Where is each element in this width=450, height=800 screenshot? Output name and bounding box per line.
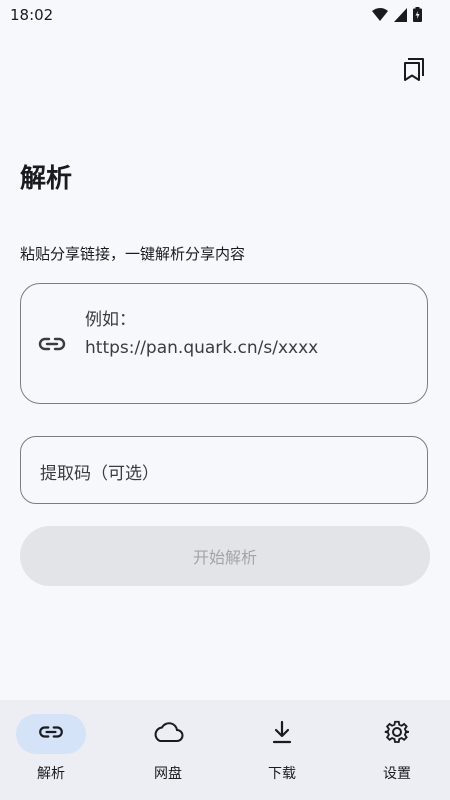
link-icon [37,334,67,358]
nav-icon-wrap [133,714,203,754]
nav-label-download: 下载 [268,766,296,782]
gear-icon [384,719,410,749]
share-link-placeholder: 例如： https://pan.quark.cn/s/xxxx [85,310,319,358]
nav-item-settings[interactable]: 设置 [346,700,450,800]
bottom-navigation: 解析 网盘 下载 设置 [0,700,450,800]
extraction-code-input[interactable]: 提取码（可选） [20,436,428,504]
cloud-icon [152,721,184,747]
status-time: 18:02 [10,6,54,24]
status-icons [372,7,422,26]
download-icon [271,720,293,748]
nav-icon-wrap [247,714,317,754]
nav-icon-wrap [362,714,432,754]
nav-label-cloud-drive: 网盘 [154,766,182,782]
signal-icon [394,7,407,26]
battery-icon [413,7,422,26]
nav-label-parse: 解析 [37,766,65,782]
page-title: 解析 [20,164,73,194]
wifi-icon [372,7,388,26]
nav-label-settings: 设置 [383,766,411,782]
nav-item-download[interactable]: 下载 [231,700,343,800]
start-parse-button[interactable]: 开始解析 [20,526,430,586]
nav-item-cloud-drive[interactable]: 网盘 [117,700,229,800]
bookmarks-icon [402,56,426,86]
nav-item-parse[interactable]: 解析 [0,700,112,800]
share-link-input[interactable]: 例如： https://pan.quark.cn/s/xxxx [20,283,428,404]
extraction-code-placeholder: 提取码（可选） [40,464,159,484]
status-bar: 18:02 [0,0,450,30]
link-icon [37,723,65,745]
bookmarks-button[interactable] [400,56,428,86]
hint-text: 粘贴分享链接，一键解析分享内容 [20,245,246,263]
nav-active-indicator [16,714,86,754]
